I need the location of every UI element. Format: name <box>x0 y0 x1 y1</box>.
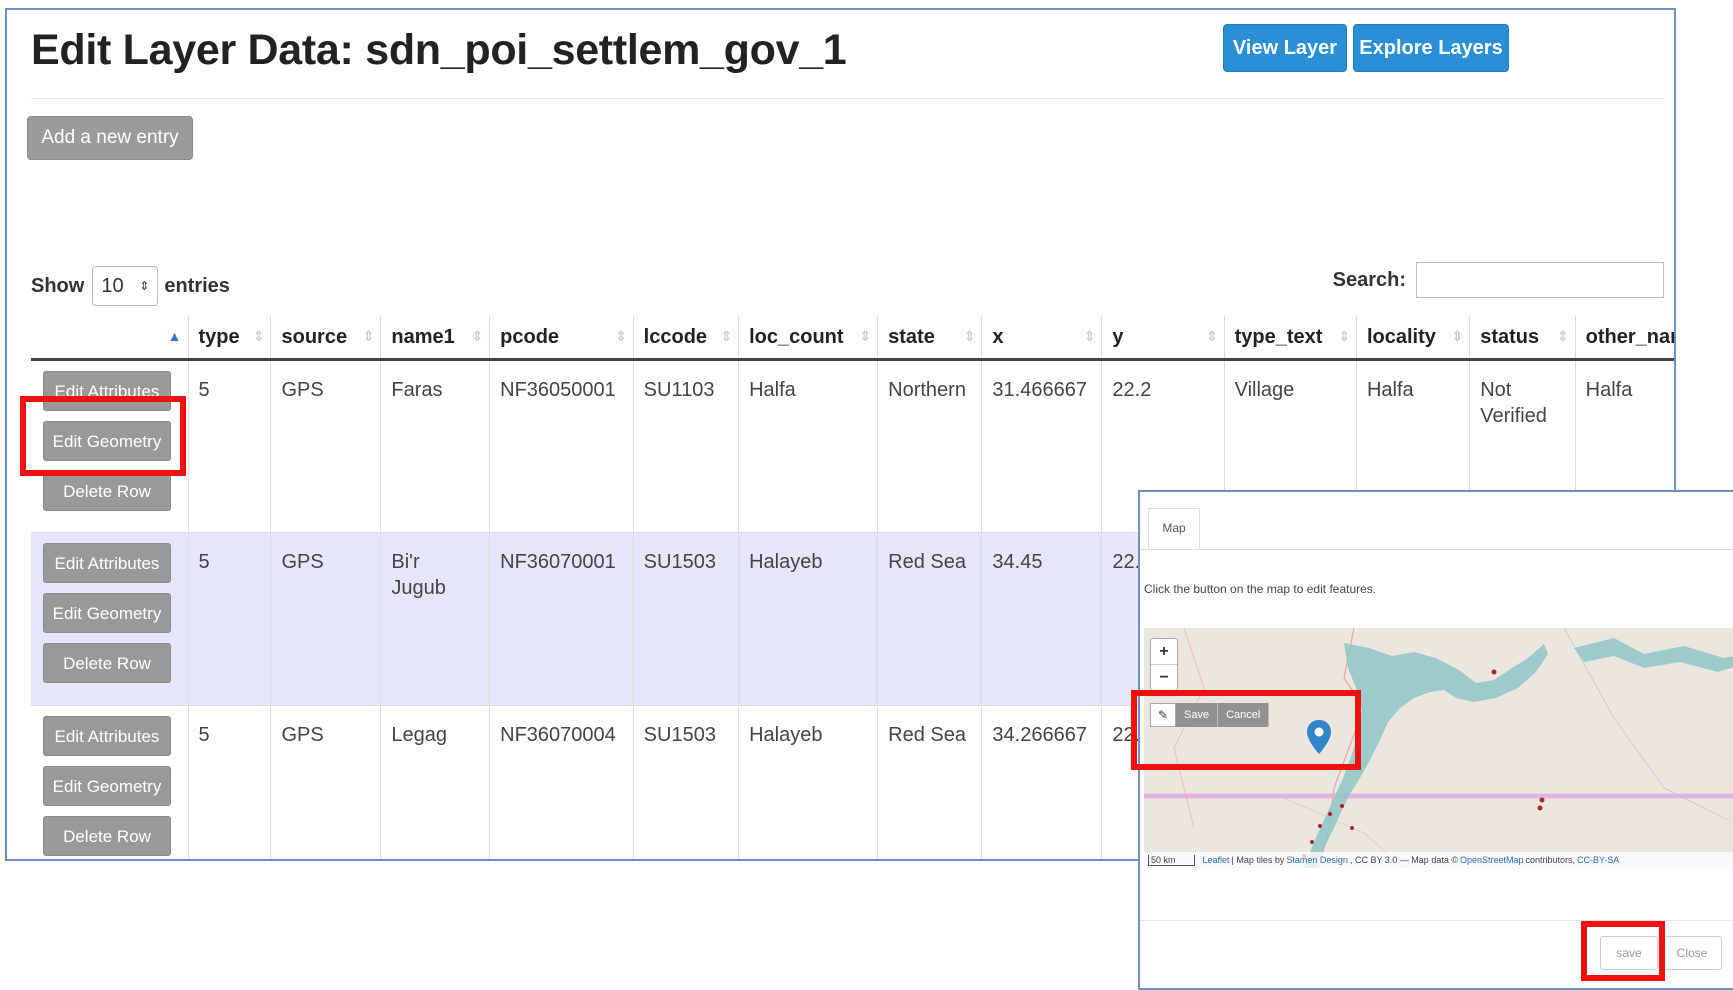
column-header-actions[interactable]: ▲ <box>31 316 189 361</box>
column-header-source[interactable]: source ⇕ <box>270 316 382 361</box>
column-header-type-text[interactable]: type_text ⇕ <box>1224 316 1357 361</box>
sort-icon: ⇕ <box>1083 328 1096 344</box>
zoom-out-button[interactable]: − <box>1151 664 1177 690</box>
column-header-x[interactable]: x ⇕ <box>981 316 1103 361</box>
sort-icon: ⇕ <box>859 328 872 344</box>
page-length-control: Show 10 ⇕ entries <box>31 266 230 306</box>
select-arrows-icon: ⇕ <box>139 279 150 293</box>
cell-source: GPS <box>270 359 382 533</box>
page-title: Edit Layer Data: sdn_poi_settlem_gov_1 <box>31 26 847 74</box>
cc-link[interactable]: CC-BY-SA <box>1577 855 1619 865</box>
cell-name1: Faras <box>380 359 491 533</box>
column-header-lccode[interactable]: lccode ⇕ <box>633 316 740 361</box>
cell-type: 5 <box>188 532 272 706</box>
sort-asc-icon: ▲ <box>167 328 182 344</box>
column-header-status[interactable]: status ⇕ <box>1469 316 1576 361</box>
delete-row-button[interactable]: Delete Row <box>43 471 171 511</box>
sort-icon: ⇕ <box>614 328 627 344</box>
row-actions: Edit Attributes Edit Geometry Delete Row <box>31 532 189 706</box>
sort-icon: ⇕ <box>720 328 733 344</box>
view-layer-button[interactable]: View Layer <box>1223 24 1347 72</box>
add-entry-button[interactable]: Add a new entry <box>27 116 193 160</box>
column-header-state[interactable]: state ⇕ <box>877 316 983 361</box>
attribution-text: contributors, <box>1525 855 1576 865</box>
tab-map[interactable]: Map <box>1148 508 1200 550</box>
leaflet-link[interactable]: Leaflet <box>1203 855 1230 865</box>
cell-pcode: NF36050001 <box>489 359 634 533</box>
map-attribution: 50 km Leaflet | Map tiles by Stamen Desi… <box>1144 852 1733 868</box>
delete-row-button[interactable]: Delete Row <box>43 816 171 856</box>
save-button-highlight <box>1581 921 1665 981</box>
column-header-locality[interactable]: locality ⇕ <box>1356 316 1471 361</box>
cell-type: 5 <box>188 705 272 859</box>
cell-lccode: SU1503 <box>633 532 740 706</box>
sort-icon: ⇕ <box>1338 328 1350 344</box>
cell-loc-count: Halayeb <box>738 532 879 706</box>
cell-name1: Legag <box>380 705 491 859</box>
column-header-loc-count[interactable]: loc_count ⇕ <box>738 316 879 361</box>
column-header-y[interactable]: y ⇕ <box>1101 316 1225 361</box>
zoom-in-button[interactable]: + <box>1151 639 1177 664</box>
page-length-select[interactable]: 10 ⇕ <box>92 266 159 306</box>
show-label: Show <box>31 274 85 297</box>
explore-layers-button[interactable]: Explore Layers <box>1353 24 1509 72</box>
search-control: Search: <box>1333 262 1664 298</box>
cell-name1: Bi'r Jugub <box>380 532 491 706</box>
column-header-type[interactable]: type ⇕ <box>188 316 272 361</box>
cell-x: 34.266667 <box>981 705 1103 859</box>
cell-x: 34.45 <box>981 532 1103 706</box>
map-help-text: Click the button on the map to edit feat… <box>1144 582 1377 596</box>
page-length-value: 10 <box>101 274 124 297</box>
edit-geometry-highlight <box>20 396 186 476</box>
cell-x: 31.466667 <box>981 359 1103 533</box>
sort-icon: ⇕ <box>1556 328 1569 344</box>
sort-icon: ⇕ <box>1205 328 1218 344</box>
cell-loc-count: Halayeb <box>738 705 879 859</box>
stamen-link[interactable]: Stamen Design <box>1286 855 1348 865</box>
map-toolbar-highlight <box>1131 690 1361 770</box>
edit-geometry-button[interactable]: Edit Geometry <box>43 766 171 806</box>
cell-pcode: NF36070004 <box>489 705 634 859</box>
search-input[interactable] <box>1416 262 1664 298</box>
cell-state: Red Sea <box>877 532 983 706</box>
map-scale: 50 km <box>1148 854 1195 866</box>
table-header-row: ▲ type ⇕ source ⇕ name1 ⇕ pcode ⇕ lccode ⇕ lo… <box>31 316 1674 361</box>
cell-lccode: SU1103 <box>633 359 740 533</box>
cell-loc-count: Halfa <box>738 359 879 533</box>
tab-divider <box>1140 549 1733 550</box>
sort-icon: ⇕ <box>1451 328 1464 344</box>
column-header-pcode[interactable]: pcode ⇕ <box>489 316 634 361</box>
zoom-control: + − <box>1150 638 1178 691</box>
header-divider <box>31 98 1664 99</box>
edit-geometry-button[interactable]: Edit Geometry <box>43 593 171 633</box>
delete-row-button[interactable]: Delete Row <box>43 643 171 683</box>
cell-state: Red Sea <box>877 705 983 859</box>
attribution-text: , CC BY 3.0 — Map data © <box>1349 855 1458 865</box>
entries-label: entries <box>164 274 230 297</box>
cell-state: Northern <box>877 359 983 533</box>
attribution-text: | Map tiles by <box>1231 855 1285 865</box>
row-actions: Edit Attributes Edit Geometry Delete Row <box>31 705 189 859</box>
column-header-name1[interactable]: name1 ⇕ <box>380 316 491 361</box>
sort-icon: ⇕ <box>252 328 265 344</box>
cell-lccode: SU1503 <box>633 705 740 859</box>
search-label: Search: <box>1332 268 1406 291</box>
cell-source: GPS <box>270 532 382 706</box>
dialog-close-button[interactable]: Close <box>1662 936 1722 970</box>
cell-pcode: NF36070001 <box>489 532 634 706</box>
osm-link[interactable]: OpenStreetMap <box>1460 855 1524 865</box>
cell-type: 5 <box>188 359 272 533</box>
sort-icon: ⇕ <box>471 328 484 344</box>
sort-icon: ⇕ <box>963 328 976 344</box>
sort-icon: ⇕ <box>362 328 375 344</box>
cell-source: GPS <box>270 705 382 859</box>
edit-attributes-button[interactable]: Edit Attributes <box>43 716 171 756</box>
edit-attributes-button[interactable]: Edit Attributes <box>43 543 171 583</box>
column-header-other-nan[interactable]: other_nan <box>1575 316 1674 361</box>
